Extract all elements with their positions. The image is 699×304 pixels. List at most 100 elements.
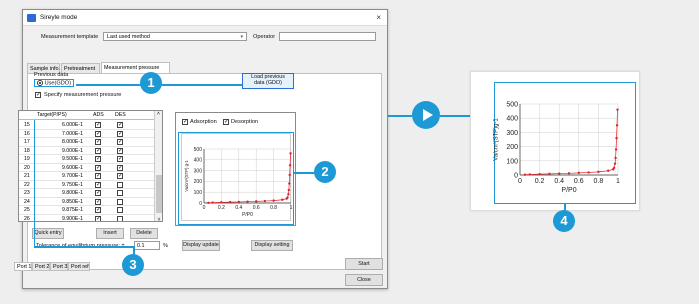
scroll-up-icon[interactable]: ˄ bbox=[157, 111, 160, 117]
ads-checkbox[interactable]: ✓ bbox=[95, 130, 101, 137]
data-point bbox=[616, 108, 619, 111]
callout-2-badge: 2 bbox=[314, 161, 336, 183]
des-checkbox[interactable] bbox=[117, 215, 123, 221]
row-target[interactable]: 9.850E-1 bbox=[45, 198, 83, 207]
template-select[interactable]: Last used method ▾ bbox=[103, 32, 247, 41]
table-row[interactable]: 26 9.900E-1 ✓ bbox=[19, 215, 156, 222]
ads-checkbox[interactable]: ✓ bbox=[95, 181, 101, 188]
row-target[interactable]: 8.000E-1 bbox=[45, 138, 83, 147]
delete-button[interactable]: Delete bbox=[130, 228, 158, 239]
close-button[interactable]: Close bbox=[345, 274, 383, 286]
row-target[interactable]: 9.875E-1 bbox=[45, 206, 83, 215]
data-point bbox=[597, 170, 600, 174]
template-label: Measurement template bbox=[41, 34, 99, 40]
data-point bbox=[613, 162, 617, 165]
close-icon[interactable]: × bbox=[376, 10, 381, 26]
des-checkbox[interactable]: ✓ bbox=[117, 130, 123, 137]
tab-port-1[interactable]: Port 1 bbox=[14, 262, 32, 271]
row-target[interactable]: 9.000E-1 bbox=[45, 147, 83, 156]
tab-measurement-pressure[interactable]: Measurement pressure bbox=[101, 62, 170, 73]
radio-selected-icon bbox=[37, 80, 43, 86]
ads-checkbox[interactable]: ✓ bbox=[95, 190, 101, 196]
col-target-header: Target(P/PS) bbox=[37, 112, 67, 118]
row-number: 17 bbox=[24, 139, 30, 145]
operator-input[interactable] bbox=[279, 32, 376, 41]
callout-3-connector bbox=[34, 246, 134, 248]
des-checkbox[interactable]: ✓ bbox=[117, 147, 123, 154]
y-tick-label: 100 bbox=[506, 158, 518, 165]
display-setting-button[interactable]: Display setting bbox=[251, 240, 293, 251]
des-checkbox[interactable]: ✓ bbox=[117, 122, 123, 128]
tolerance-input[interactable]: 0.1 bbox=[134, 241, 160, 250]
table-row[interactable]: 21 9.700E-1 ✓ ✓ bbox=[19, 172, 156, 181]
row-target[interactable]: 9.500E-1 bbox=[45, 155, 83, 164]
table-row[interactable]: 25 9.875E-1 ✓ bbox=[19, 206, 156, 215]
row-target[interactable]: 6.000E-1 bbox=[45, 121, 83, 130]
row-target[interactable]: 7.000E-1 bbox=[45, 130, 83, 139]
ads-checkbox[interactable]: ✓ bbox=[95, 215, 101, 221]
ads-checkbox[interactable]: ✓ bbox=[95, 156, 101, 162]
row-target[interactable]: 9.750E-1 bbox=[45, 181, 83, 190]
des-checkbox[interactable]: ✓ bbox=[117, 173, 123, 179]
ads-checkbox[interactable]: ✓ bbox=[95, 139, 101, 145]
row-number: 19 bbox=[24, 156, 30, 162]
row-number: 24 bbox=[24, 198, 30, 205]
scroll-thumb[interactable] bbox=[156, 175, 162, 213]
tab-port-3[interactable]: Port 3 bbox=[50, 262, 68, 271]
data-point bbox=[538, 172, 541, 176]
table-row[interactable]: 15 6.000E-1 ✓ ✓ bbox=[19, 121, 156, 130]
x-tick-label: 0 bbox=[518, 178, 522, 185]
specify-pressure-checkbox[interactable]: ✓ bbox=[35, 92, 41, 98]
callout-1-badge: 1 bbox=[140, 72, 162, 94]
load-previous-line2: data (GDO) bbox=[254, 79, 282, 86]
use-gdo-radio[interactable]: Use(GDO) bbox=[34, 79, 74, 87]
previous-data-label: Previous data bbox=[34, 72, 69, 78]
row-target[interactable]: 9.900E-1 bbox=[45, 215, 83, 222]
des-checkbox[interactable]: ✓ bbox=[117, 139, 123, 145]
ads-checkbox[interactable]: ✓ bbox=[95, 122, 101, 128]
table-row[interactable]: 19 9.500E-1 ✓ ✓ bbox=[19, 155, 156, 164]
tab-port-ref[interactable]: Port ref bbox=[68, 262, 90, 271]
x-tick-label: 1 bbox=[616, 178, 620, 185]
start-button[interactable]: Start bbox=[345, 258, 383, 270]
y-tick-label: 400 bbox=[506, 116, 518, 123]
ads-checkbox[interactable]: ✓ bbox=[95, 173, 101, 179]
des-checkbox[interactable] bbox=[117, 190, 123, 196]
table-row[interactable]: 23 9.800E-1 ✓ bbox=[19, 189, 156, 198]
ads-checkbox[interactable]: ✓ bbox=[95, 164, 101, 171]
quick-entry-button[interactable]: Quick entry bbox=[32, 228, 64, 239]
des-checkbox[interactable]: ✓ bbox=[117, 156, 123, 162]
table-row[interactable]: 18 9.000E-1 ✓ ✓ bbox=[19, 147, 156, 156]
table-row[interactable]: 17 8.000E-1 ✓ ✓ bbox=[19, 138, 156, 147]
des-checkbox[interactable] bbox=[117, 181, 123, 188]
data-point bbox=[558, 172, 561, 175]
ads-checkbox[interactable]: ✓ bbox=[95, 207, 101, 213]
row-target[interactable]: 9.600E-1 bbox=[45, 164, 83, 173]
load-previous-data-button[interactable]: Load previous data (GDO) bbox=[242, 73, 294, 89]
table-scrollbar[interactable]: ˄ ˅ bbox=[154, 111, 162, 221]
row-target[interactable]: 9.700E-1 bbox=[45, 172, 83, 181]
play-arrow-icon bbox=[412, 101, 440, 129]
table-row[interactable]: 24 9.850E-1 ✓ bbox=[19, 198, 156, 207]
display-update-button[interactable]: Display update bbox=[182, 240, 220, 251]
des-checkbox[interactable]: ✓ bbox=[117, 164, 123, 171]
y-tick-label: 500 bbox=[506, 101, 518, 108]
callout-2-frame bbox=[178, 132, 294, 225]
des-checkbox[interactable] bbox=[117, 198, 123, 205]
ads-checkbox[interactable]: ✓ bbox=[95, 147, 101, 154]
x-tick-label: 0.2 bbox=[535, 178, 545, 185]
des-checkbox[interactable] bbox=[117, 207, 123, 213]
data-point bbox=[612, 166, 616, 170]
tab-port-2[interactable]: Port 2 bbox=[32, 262, 50, 271]
row-number: 16 bbox=[24, 130, 30, 137]
chevron-down-icon: ▾ bbox=[240, 34, 243, 40]
x-axis-label: P/P0 bbox=[561, 187, 576, 194]
table-row[interactable]: 20 9.600E-1 ✓ ✓ bbox=[19, 164, 156, 173]
row-target[interactable]: 9.800E-1 bbox=[45, 189, 83, 198]
ads-checkbox[interactable]: ✓ bbox=[95, 198, 101, 205]
insert-button[interactable]: Insert bbox=[96, 228, 124, 239]
table-row[interactable]: 22 9.750E-1 ✓ bbox=[19, 181, 156, 190]
row-number: 23 bbox=[24, 190, 30, 196]
table-row[interactable]: 16 7.000E-1 ✓ ✓ bbox=[19, 130, 156, 139]
scroll-down-icon[interactable]: ˅ bbox=[155, 217, 162, 221]
